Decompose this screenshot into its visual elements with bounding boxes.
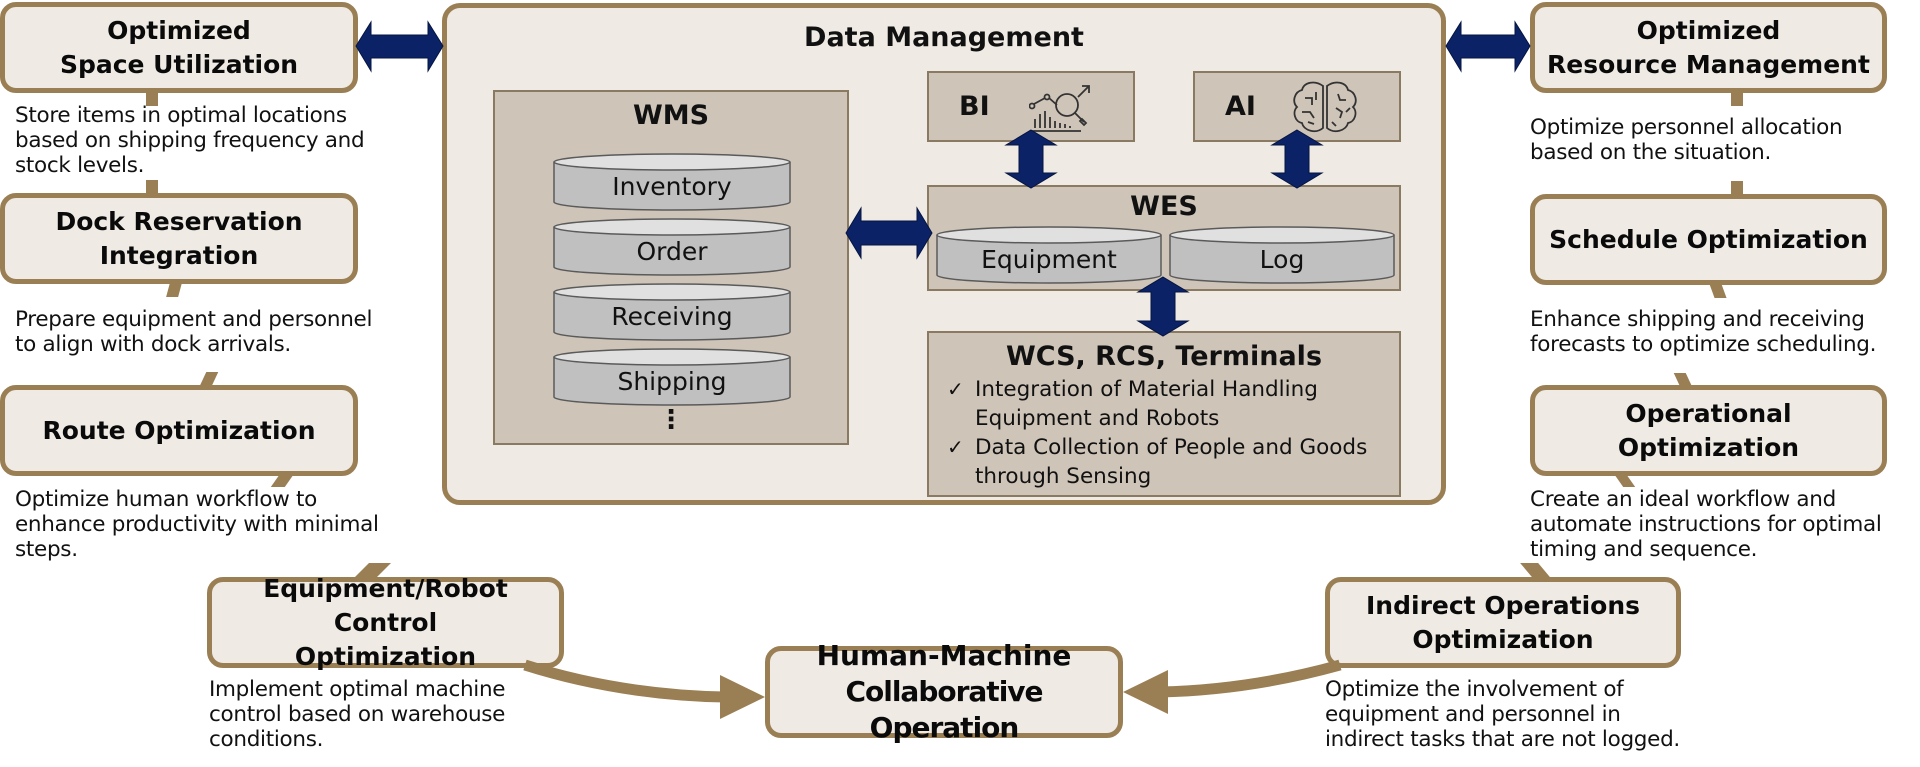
double-arrow-vertical [1136, 276, 1190, 337]
arrow-head [720, 675, 765, 719]
curved-arrow-right [1159, 659, 1342, 698]
double-arrow-vertical [1270, 129, 1324, 189]
double-arrow-horizontal [1445, 20, 1531, 73]
arrows-layer [355, 20, 1531, 719]
arrow-head [1123, 670, 1168, 714]
curved-arrow-left [523, 659, 726, 703]
double-arrow-horizontal [845, 206, 933, 260]
double-arrow-horizontal [355, 20, 444, 73]
double-arrow-vertical [1004, 129, 1058, 189]
